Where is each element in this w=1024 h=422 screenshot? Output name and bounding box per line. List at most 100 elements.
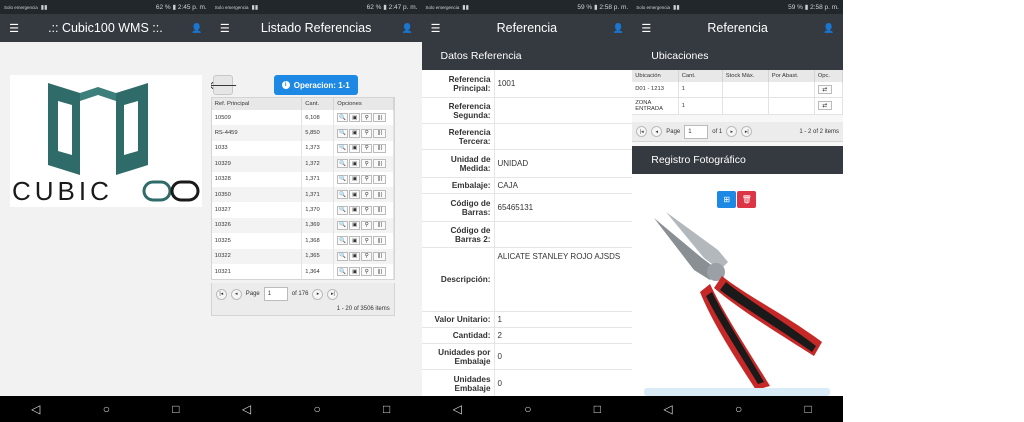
table-row[interactable]: D01 - 1213 1 ⇄ [632, 82, 843, 98]
barcode-icon[interactable]: ||| [373, 113, 387, 123]
first-page-icon[interactable]: |◂ [215, 288, 227, 300]
hamburger-icon[interactable]: ☰ [422, 14, 450, 42]
barcode-icon[interactable]: ||| [373, 251, 387, 261]
search-icon[interactable]: 🔍 [337, 174, 349, 184]
barcode-icon[interactable]: ||| [373, 205, 387, 215]
barcode-icon[interactable]: ||| [373, 174, 387, 184]
table-row[interactable]: RS-4459 5,850 🔍 ▣ ⚲ ||| [211, 125, 394, 141]
hamburger-icon[interactable]: ☰ [0, 14, 28, 42]
user-icon[interactable]: 👤 [394, 23, 422, 34]
field-value[interactable] [493, 222, 633, 247]
column-header-qty[interactable]: Cant. [678, 70, 723, 82]
swap-icon[interactable]: ⇄ [817, 84, 832, 94]
field-value[interactable]: 0 [493, 370, 633, 396]
image-icon[interactable]: ▣ [349, 128, 361, 138]
location-pin-icon[interactable]: ⚲ [361, 220, 373, 230]
search-icon[interactable]: 🔍 [337, 220, 349, 230]
last-page-icon[interactable]: ▸| [327, 288, 339, 300]
location-pin-icon[interactable]: ⚲ [361, 159, 373, 169]
field-value[interactable]: UNIDAD [493, 150, 633, 177]
barcode-icon[interactable]: ||| [373, 267, 387, 277]
location-pin-icon[interactable]: ⚲ [361, 174, 373, 184]
search-icon[interactable]: 🔍 [337, 251, 349, 261]
table-row[interactable]: 10327 1,370 🔍 ▣ ⚲ ||| [211, 202, 394, 218]
back-nav-icon[interactable]: ◁ [453, 402, 462, 416]
home-nav-icon[interactable]: ○ [103, 402, 110, 416]
location-pin-icon[interactable]: ⚲ [361, 236, 373, 246]
prev-page-icon[interactable]: ◂ [651, 126, 663, 137]
image-icon[interactable]: ▣ [349, 159, 361, 169]
field-value[interactable] [493, 98, 633, 123]
field-value[interactable]: 1001 [493, 70, 633, 97]
column-header-qty[interactable]: Cant. [301, 98, 335, 110]
last-page-icon[interactable]: ▸| [741, 126, 753, 137]
page-input[interactable]: 1 [684, 124, 709, 139]
field-value[interactable]: 1 [493, 312, 633, 327]
location-pin-icon[interactable]: ⚲ [361, 128, 373, 138]
table-row[interactable]: ZONA ENTRADA 1 ⇄ [632, 97, 843, 115]
recents-nav-icon[interactable]: □ [805, 402, 812, 416]
column-header-max-stock[interactable]: Stock Máx. [722, 70, 769, 82]
table-row[interactable]: 10326 1,369 🔍 ▣ ⚲ ||| [211, 217, 394, 234]
field-value[interactable]: 2 [493, 328, 633, 343]
search-icon[interactable]: 🔍 [337, 128, 349, 138]
prev-page-icon[interactable]: ◂ [230, 288, 242, 300]
first-page-icon[interactable]: |◂ [636, 126, 648, 137]
barcode-icon[interactable]: ||| [373, 236, 387, 246]
table-row[interactable]: 10321 1,364 🔍 ▣ ⚲ ||| [211, 263, 394, 280]
operation-button[interactable]: i Operacion: 1-1 [273, 75, 358, 95]
hamburger-icon[interactable]: ☰ [211, 14, 239, 42]
swap-icon[interactable]: ⇄ [817, 101, 832, 110]
recents-nav-icon[interactable]: □ [594, 402, 601, 416]
search-icon[interactable]: 🔍 [337, 143, 349, 153]
barcode-icon[interactable]: ||| [373, 190, 387, 200]
search-icon[interactable]: 🔍 [337, 159, 349, 169]
home-nav-icon[interactable]: ○ [735, 402, 742, 416]
search-icon[interactable]: 🔍 [337, 267, 349, 277]
location-pin-icon[interactable]: ⚲ [361, 251, 373, 261]
hamburger-icon[interactable]: ☰ [632, 14, 660, 42]
image-icon[interactable]: ▣ [349, 220, 361, 230]
location-pin-icon[interactable]: ⚲ [361, 205, 373, 215]
image-icon[interactable]: ▣ [349, 190, 361, 200]
next-page-icon[interactable]: ▸ [726, 126, 738, 137]
table-row[interactable]: 10329 1,372 🔍 ▣ ⚲ ||| [211, 156, 394, 172]
back-nav-icon[interactable]: ◁ [663, 402, 672, 416]
search-icon[interactable]: 🔍 [337, 205, 349, 215]
table-row[interactable]: 10350 1,371 🔍 ▣ ⚲ ||| [211, 186, 394, 203]
image-icon[interactable]: ▣ [349, 236, 361, 246]
table-row[interactable]: 10328 1,371 🔍 ▣ ⚲ ||| [211, 171, 394, 187]
back-button[interactable]: 🡐 [211, 75, 238, 95]
home-nav-icon[interactable]: ○ [524, 402, 531, 416]
field-value[interactable] [493, 124, 633, 149]
back-nav-icon[interactable]: ◁ [242, 402, 251, 416]
field-value[interactable]: ALICATE STANLEY ROJO AJSDS [493, 248, 633, 311]
table-row[interactable]: 10325 1,368 🔍 ▣ ⚲ ||| [211, 233, 394, 249]
search-icon[interactable]: 🔍 [337, 113, 349, 123]
barcode-icon[interactable]: ||| [373, 159, 387, 169]
user-icon[interactable]: 👤 [815, 23, 843, 34]
image-icon[interactable]: ▣ [349, 205, 361, 215]
image-icon[interactable]: ▣ [349, 113, 361, 123]
location-pin-icon[interactable]: ⚲ [361, 267, 373, 277]
field-value[interactable]: 0 [493, 344, 633, 369]
location-pin-icon[interactable]: ⚲ [361, 190, 373, 200]
location-pin-icon[interactable]: ⚲ [361, 113, 373, 123]
location-pin-icon[interactable]: ⚲ [361, 143, 373, 153]
column-header-location[interactable]: Ubicación [632, 70, 679, 82]
barcode-icon[interactable]: ||| [373, 128, 387, 138]
field-value[interactable]: 65465131 [493, 194, 633, 221]
user-icon[interactable]: 👤 [183, 23, 211, 34]
user-icon[interactable]: 👤 [604, 23, 632, 34]
image-icon[interactable]: ▣ [349, 251, 361, 261]
next-page-icon[interactable]: ▸ [312, 288, 324, 300]
image-icon[interactable]: ▣ [349, 174, 361, 184]
home-nav-icon[interactable]: ○ [313, 402, 320, 416]
column-header-restock[interactable]: Por Abast. [768, 70, 815, 82]
barcode-icon[interactable]: ||| [373, 220, 387, 230]
image-icon[interactable]: ▣ [349, 267, 361, 277]
recents-nav-icon[interactable]: □ [383, 402, 390, 416]
search-icon[interactable]: 🔍 [337, 190, 349, 200]
table-row[interactable]: 1033 1,373 🔍 ▣ ⚲ ||| [211, 140, 394, 157]
delete-photo-button[interactable]: 🗑 [737, 191, 757, 208]
